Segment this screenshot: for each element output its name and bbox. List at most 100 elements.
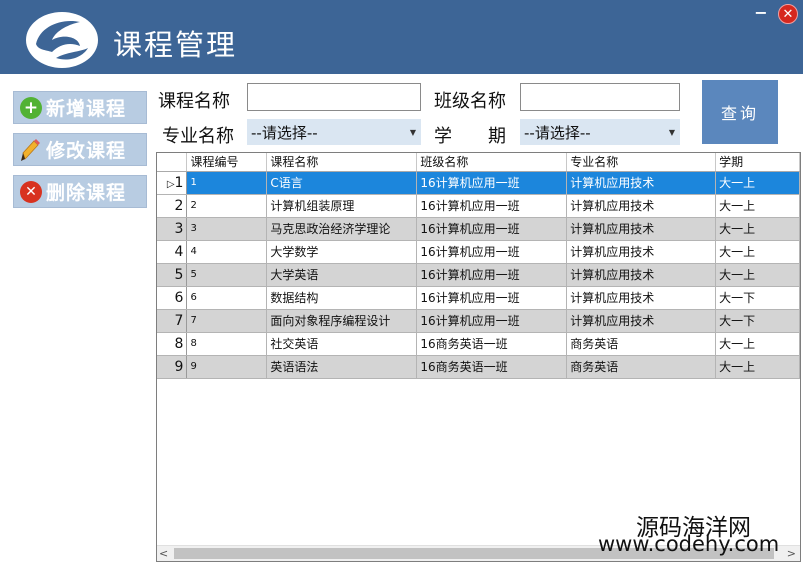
row-pointer-icon: ▷	[166, 178, 175, 190]
course-name-cell[interactable]: 计算机组装原理	[266, 194, 418, 218]
course-id-cell[interactable]: 4	[186, 240, 268, 264]
course-name-cell[interactable]: C语言	[266, 171, 418, 195]
column-header[interactable]: 班级名称	[416, 153, 568, 172]
column-header[interactable]: 课程编号	[186, 153, 268, 172]
page-title: 课程管理	[113, 28, 238, 62]
scroll-left-icon[interactable]: <	[159, 547, 168, 560]
class-name-cell[interactable]: 16计算机应用一班	[416, 263, 568, 287]
close-button[interactable]: ✕	[778, 4, 798, 24]
column-header[interactable]: 课程名称	[266, 153, 418, 172]
row-header[interactable]: 7	[157, 309, 188, 333]
course-id-cell[interactable]: 9	[186, 355, 268, 379]
table-row[interactable]: 3 3 马克思政治经济学理论 16计算机应用一班 计算机应用技术 大一上	[157, 217, 800, 241]
term-cell[interactable]: 大一上	[715, 332, 800, 356]
pencil-icon	[20, 138, 42, 161]
major-cell[interactable]: 计算机应用技术	[566, 286, 717, 310]
add-course-label: 新增课程	[46, 98, 127, 120]
column-header[interactable]: 专业名称	[566, 153, 717, 172]
major-cell[interactable]: 计算机应用技术	[566, 194, 717, 218]
term-label: 学 期	[434, 126, 506, 147]
course-id-cell[interactable]: 6	[186, 286, 268, 310]
course-name-cell[interactable]: 大学英语	[266, 263, 418, 287]
term-select-value: --请选择--	[524, 123, 591, 142]
course-id-cell[interactable]: 2	[186, 194, 268, 218]
course-name-cell[interactable]: 社交英语	[266, 332, 418, 356]
course-id-cell[interactable]: 3	[186, 217, 268, 241]
major-cell[interactable]: 商务英语	[566, 332, 717, 356]
row-header[interactable]: 3	[157, 217, 188, 241]
term-cell[interactable]: 大一上	[715, 194, 800, 218]
add-course-button[interactable]: + 新增课程	[13, 91, 147, 124]
table-row[interactable]: ▷1 1 C语言 16计算机应用一班 计算机应用技术 大一上	[157, 171, 800, 195]
major-cell[interactable]: 计算机应用技术	[566, 263, 717, 287]
course-table: 课程编号 课程名称 班级名称 专业名称 学期 ▷1 1 C语言 16计算机应用一…	[157, 153, 800, 379]
table-row[interactable]: 9 9 英语语法 16商务英语一班 商务英语 大一上	[157, 355, 800, 379]
course-grid[interactable]: 课程编号 课程名称 班级名称 专业名称 学期 ▷1 1 C语言 16计算机应用一…	[156, 152, 801, 562]
course-id-cell[interactable]: 5	[186, 263, 268, 287]
course-name-cell[interactable]: 英语语法	[266, 355, 418, 379]
course-id-cell[interactable]: 8	[186, 332, 268, 356]
chevron-down-icon: ▼	[668, 128, 675, 137]
app-logo-icon	[26, 12, 98, 68]
delete-course-label: 删除课程	[46, 182, 127, 204]
class-name-cell[interactable]: 16计算机应用一班	[416, 286, 568, 310]
major-cell[interactable]: 商务英语	[566, 355, 717, 379]
course-name-cell[interactable]: 马克思政治经济学理论	[266, 217, 418, 241]
edit-course-button[interactable]: 修改课程	[13, 133, 147, 166]
term-cell[interactable]: 大一上	[715, 263, 800, 287]
term-cell[interactable]: 大一上	[715, 171, 800, 195]
class-name-cell[interactable]: 16计算机应用一班	[416, 309, 568, 333]
table-row[interactable]: 8 8 社交英语 16商务英语一班 商务英语 大一上	[157, 332, 800, 356]
row-header[interactable]: 4	[157, 240, 188, 264]
class-name-label: 班级名称	[434, 91, 506, 112]
term-cell[interactable]: 大一下	[715, 309, 800, 333]
course-name-label: 课程名称	[158, 91, 230, 112]
course-name-cell[interactable]: 数据结构	[266, 286, 418, 310]
term-cell[interactable]: 大一上	[715, 355, 800, 379]
course-id-cell[interactable]: 1	[186, 171, 268, 195]
row-header[interactable]: 9	[157, 355, 188, 379]
term-cell[interactable]: 大一上	[715, 240, 800, 264]
table-row[interactable]: 2 2 计算机组装原理 16计算机应用一班 计算机应用技术 大一上	[157, 194, 800, 218]
query-button[interactable]: 查询	[702, 80, 778, 144]
course-name-input[interactable]	[247, 83, 421, 111]
class-name-cell[interactable]: 16计算机应用一班	[416, 171, 568, 195]
major-cell[interactable]: 计算机应用技术	[566, 309, 717, 333]
major-cell[interactable]: 计算机应用技术	[566, 171, 717, 195]
delete-course-button[interactable]: ✕ 删除课程	[13, 175, 147, 208]
minimize-button[interactable]: −	[752, 4, 770, 22]
row-header[interactable]: 2	[157, 194, 188, 218]
scroll-right-icon[interactable]: >	[787, 547, 796, 560]
title-bar: 课程管理 − ✕	[0, 0, 803, 74]
class-name-cell[interactable]: 16计算机应用一班	[416, 217, 568, 241]
row-header[interactable]: 8	[157, 332, 188, 356]
table-row[interactable]: 6 6 数据结构 16计算机应用一班 计算机应用技术 大一下	[157, 286, 800, 310]
term-cell[interactable]: 大一下	[715, 286, 800, 310]
row-header[interactable]: 6	[157, 286, 188, 310]
class-name-cell[interactable]: 16计算机应用一班	[416, 240, 568, 264]
chevron-down-icon: ▼	[409, 128, 416, 137]
term-select[interactable]: --请选择-- ▼	[520, 119, 680, 145]
column-header[interactable]: 学期	[715, 153, 800, 172]
class-name-cell[interactable]: 16计算机应用一班	[416, 194, 568, 218]
table-row[interactable]: 7 7 面向对象程序编程设计 16计算机应用一班 计算机应用技术 大一下	[157, 309, 800, 333]
table-header-row: 课程编号 课程名称 班级名称 专业名称 学期	[157, 153, 800, 172]
course-name-cell[interactable]: 面向对象程序编程设计	[266, 309, 418, 333]
class-name-cell[interactable]: 16商务英语一班	[416, 332, 568, 356]
table-row[interactable]: 5 5 大学英语 16计算机应用一班 计算机应用技术 大一上	[157, 263, 800, 287]
plus-circle-icon: +	[20, 96, 42, 119]
row-header[interactable]: ▷1	[157, 171, 188, 195]
table-row[interactable]: 4 4 大学数学 16计算机应用一班 计算机应用技术 大一上	[157, 240, 800, 264]
major-cell[interactable]: 计算机应用技术	[566, 217, 717, 241]
major-cell[interactable]: 计算机应用技术	[566, 240, 717, 264]
major-select-value: --请选择--	[251, 123, 318, 142]
class-name-cell[interactable]: 16商务英语一班	[416, 355, 568, 379]
watermark-url: www.codehy.com	[598, 532, 780, 556]
row-header[interactable]: 5	[157, 263, 188, 287]
major-select[interactable]: --请选择-- ▼	[247, 119, 421, 145]
course-name-cell[interactable]: 大学数学	[266, 240, 418, 264]
course-id-cell[interactable]: 7	[186, 309, 268, 333]
class-name-input[interactable]	[520, 83, 680, 111]
x-circle-icon: ✕	[20, 180, 42, 203]
term-cell[interactable]: 大一上	[715, 217, 800, 241]
